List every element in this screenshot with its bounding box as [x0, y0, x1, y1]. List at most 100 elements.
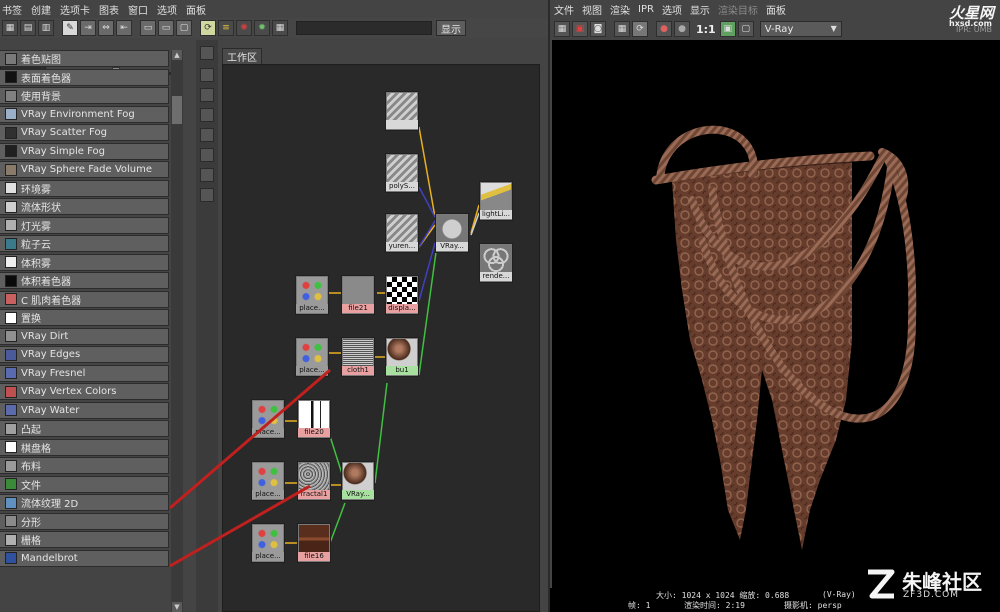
library-item[interactable]: 文件 [0, 475, 169, 493]
node-graph-area[interactable]: polyS... yuren... VRay... lightLi... rende..… [222, 64, 540, 612]
menu-window[interactable]: 窗口 [126, 2, 155, 17]
graph-node[interactable]: VRay... [435, 213, 469, 253]
snapshot-icon[interactable]: ◙ [590, 21, 606, 37]
preview-icon[interactable]: ▦ [272, 20, 288, 36]
rgb-channels-icon[interactable]: ● [656, 21, 672, 37]
layout-icon[interactable] [200, 128, 214, 142]
library-item[interactable]: 置换 [0, 309, 169, 326]
layout-icon[interactable] [200, 108, 214, 122]
layout-icon[interactable] [200, 88, 214, 102]
library-item[interactable]: 体积着色器 [0, 272, 169, 289]
library-item[interactable]: VRay Fresnel [0, 364, 169, 382]
graph-node[interactable]: lightLi... [479, 181, 513, 221]
library-item[interactable]: 灯光雾 [0, 216, 169, 234]
library-item[interactable]: 表面着色器 [0, 68, 169, 86]
library-item[interactable]: 流体形状 [0, 198, 169, 215]
library-item[interactable]: 着色贴图 [0, 50, 169, 67]
library-item[interactable]: VRay Water [0, 401, 169, 419]
render-region-icon[interactable]: ▣ [572, 21, 588, 37]
library-item[interactable]: 流体纹理 2D [0, 494, 169, 511]
rearrange-graph-icon[interactable]: ▭ [158, 20, 174, 36]
remove-image-icon[interactable]: ▢ [737, 21, 754, 37]
render-target-icon[interactable]: ✺ [236, 20, 252, 36]
menu-tabs[interactable]: 选项卡 [58, 2, 97, 17]
library-item[interactable]: 棋盘格 [0, 438, 169, 456]
library-scrollbar[interactable]: ▲ ▼ [171, 50, 183, 612]
library-item[interactable]: Mandelbrot [0, 549, 169, 567]
output-connections-icon[interactable]: ⇤ [116, 20, 132, 36]
redo-render-icon[interactable]: ▦ [554, 21, 570, 37]
refresh-ipr-icon[interactable]: ⟳ [632, 21, 648, 37]
library-item[interactable]: VRay Vertex Colors [0, 383, 169, 400]
graph-node[interactable]: file21 [341, 275, 375, 315]
refresh-swatch-icon[interactable]: ⟳ [200, 20, 216, 36]
layout-icon[interactable] [200, 168, 214, 182]
library-item[interactable]: 使用背景 [0, 87, 169, 104]
grid-icon[interactable]: ▦ [2, 20, 18, 36]
library-item[interactable]: 凸起 [0, 420, 169, 437]
texture-swatch-icon[interactable]: ✹ [254, 20, 270, 36]
stack-icon[interactable]: ≡ [218, 20, 234, 36]
graph-node[interactable]: place... [251, 523, 285, 563]
graph-node[interactable]: file16 [297, 523, 331, 563]
graph-node[interactable] [385, 91, 419, 131]
layout-icon[interactable] [200, 188, 214, 202]
graph-node[interactable]: place... [295, 275, 329, 315]
menu-panels[interactable]: 面板 [184, 2, 213, 17]
library-item[interactable]: VRay Dirt [0, 327, 169, 345]
columns-icon[interactable]: ▥ [38, 20, 54, 36]
menu-file[interactable]: 文件 [554, 2, 582, 17]
menu-view[interactable]: 视图 [582, 2, 610, 17]
render-viewport[interactable] [552, 40, 1000, 600]
library-item[interactable]: 环境雾 [0, 179, 169, 197]
menu-bookmarks[interactable]: 书签 [0, 2, 29, 17]
menu-create[interactable]: 创建 [29, 2, 58, 17]
tab-work-area[interactable]: 工作区 [222, 48, 262, 64]
library-item[interactable]: 栅格 [0, 531, 169, 548]
graph-node[interactable]: polyS... [385, 153, 419, 193]
menu-display[interactable]: 显示 [690, 2, 718, 17]
library-item[interactable]: 布料 [0, 457, 169, 474]
ipr-render-icon[interactable]: ▦ [614, 21, 630, 37]
graph-node[interactable]: place... [295, 337, 329, 377]
layout-icon[interactable] [200, 68, 214, 82]
scroll-up-icon[interactable]: ▲ [172, 50, 182, 60]
show-button[interactable]: 显示 [436, 20, 466, 36]
library-item[interactable]: VRay Edges [0, 346, 169, 363]
menu-render[interactable]: 渲染 [610, 2, 638, 17]
graph-node[interactable]: fractal1 [297, 461, 331, 501]
ratio-label[interactable]: 1:1 [696, 23, 716, 36]
graph-node[interactable]: yuren... [385, 213, 419, 253]
alpha-channel-icon[interactable]: ● [674, 21, 690, 37]
library-item[interactable]: VRay Environment Fog [0, 105, 169, 123]
graph-node[interactable]: cloth1 [341, 337, 375, 377]
library-item[interactable]: VRay Sphere Fade Volume [0, 161, 169, 178]
list-icon[interactable]: ▤ [20, 20, 36, 36]
graph-node[interactable]: rende... [479, 243, 513, 283]
menu-graph[interactable]: 图表 [97, 2, 126, 17]
scroll-thumb[interactable] [172, 96, 182, 124]
graph-node[interactable]: place... [251, 399, 285, 439]
scroll-down-icon[interactable]: ▼ [172, 602, 182, 612]
menu-render-target[interactable]: 渲染目标 [718, 2, 766, 17]
graph-node[interactable]: file20 [297, 399, 331, 439]
layout-icon[interactable] [200, 148, 214, 162]
layout-icon[interactable] [200, 46, 214, 60]
arrange-graph-icon[interactable]: ▭ [140, 20, 156, 36]
renderer-select[interactable]: V-Ray ▼ [759, 21, 842, 37]
keep-image-icon[interactable]: ▣ [719, 21, 736, 37]
menu-options[interactable]: 选项 [662, 2, 690, 17]
eraser-icon[interactable]: ✎ [62, 20, 78, 36]
library-item[interactable]: 粒子云 [0, 235, 169, 252]
library-item[interactable]: VRay Scatter Fog [0, 124, 169, 141]
input-connections-icon[interactable]: ⇥ [80, 20, 96, 36]
library-item[interactable]: 分形 [0, 512, 169, 530]
io-connections-icon[interactable]: ⇔ [98, 20, 114, 36]
graph-node[interactable]: bu1 [385, 337, 419, 377]
graph-node[interactable]: place... [251, 461, 285, 501]
graph-node[interactable]: displa... [385, 275, 419, 315]
library-item[interactable]: VRay Simple Fog [0, 142, 169, 160]
library-item[interactable]: 体积雾 [0, 253, 169, 271]
clear-graph-icon[interactable]: ▢ [176, 20, 192, 36]
menu-options[interactable]: 选项 [155, 2, 184, 17]
